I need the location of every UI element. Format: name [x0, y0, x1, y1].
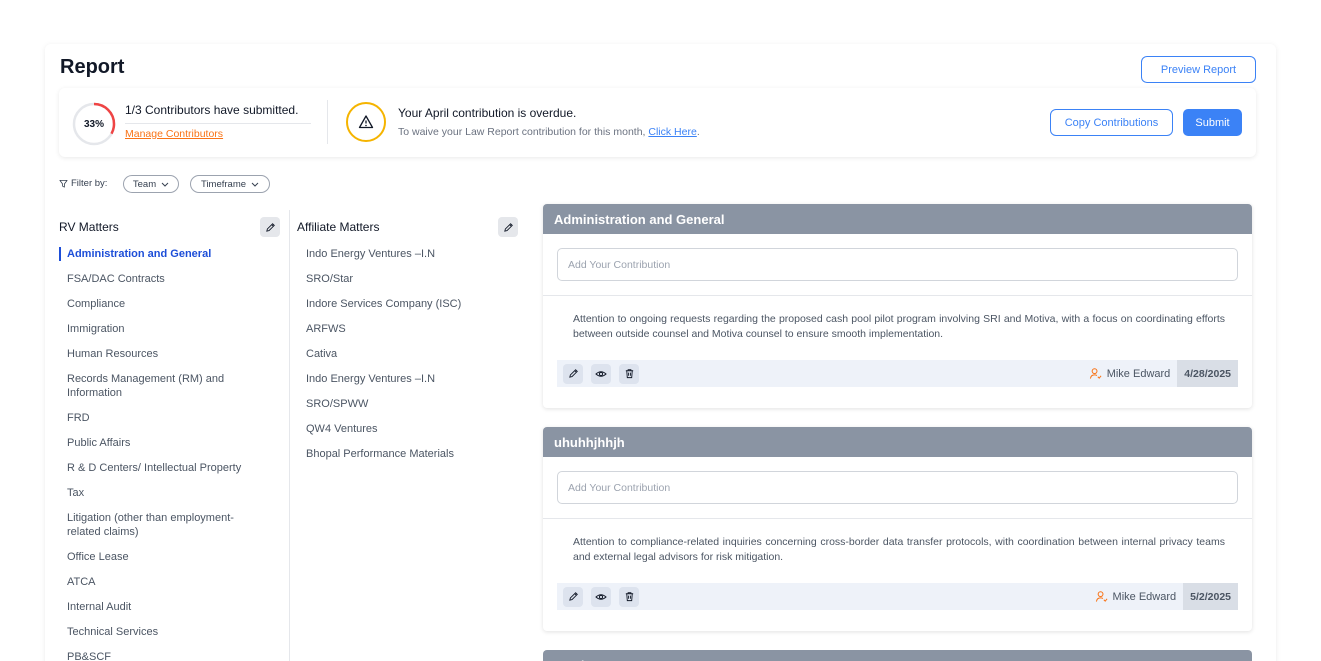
eye-icon: [595, 593, 607, 600]
rv-matter-item[interactable]: Administration and General: [59, 247, 264, 261]
submit-button[interactable]: Submit: [1183, 109, 1242, 136]
affiliate-matter-item[interactable]: SRO/SPWW: [306, 397, 496, 411]
edit-rv-matters-button[interactable]: [260, 217, 280, 237]
affiliate-matter-item[interactable]: Bhopal Performance Materials: [306, 447, 496, 461]
affiliate-matter-item[interactable]: Indore Services Company (ISC): [306, 297, 496, 311]
team-filter-label: Team: [132, 178, 157, 190]
team-filter[interactable]: Team: [123, 175, 179, 193]
author-name: Mike Edward: [1106, 367, 1171, 380]
edit-contribution-button[interactable]: [563, 363, 583, 384]
submitted-count: 1/3 Contributors have submitted.: [125, 103, 299, 117]
eye-icon: [595, 370, 607, 377]
view-contribution-button[interactable]: [591, 586, 611, 607]
contribution-actions: Mike Edward 4/28/2025: [557, 360, 1238, 387]
contribution-author: Mike Edward: [1089, 367, 1171, 380]
divider: [543, 518, 1252, 519]
rv-matter-item[interactable]: Internal Audit: [59, 600, 264, 614]
pencil-icon: [503, 222, 513, 232]
overdue-message: To waive your Law Report contribution fo…: [398, 126, 700, 138]
rv-matter-item[interactable]: Human Resources: [59, 347, 264, 361]
rv-matter-item[interactable]: Immigration: [59, 322, 264, 336]
edit-contribution-button[interactable]: [563, 586, 583, 607]
rv-matter-item[interactable]: Technical Services: [59, 625, 264, 639]
author-name: Mike Edward: [1112, 590, 1177, 603]
rv-matter-item[interactable]: Tax: [59, 486, 264, 500]
section-panel: FSA/DAC Contracts: [543, 650, 1252, 661]
user-icon: [1095, 591, 1108, 602]
rv-matter-item[interactable]: Records Management (RM) and Information: [59, 372, 264, 400]
preview-report-button[interactable]: Preview Report: [1141, 56, 1256, 83]
period: .: [696, 126, 700, 138]
affiliate-matters-list: Indo Energy Ventures –I.N SRO/Star Indor…: [306, 247, 496, 472]
affiliate-matter-item[interactable]: Indo Energy Ventures –I.N: [306, 247, 496, 261]
affiliate-matter-item[interactable]: Cativa: [306, 347, 496, 361]
rv-matter-item[interactable]: Public Affairs: [59, 436, 264, 450]
edit-affiliate-matters-button[interactable]: [498, 217, 518, 237]
rv-matter-item[interactable]: ATCA: [59, 575, 264, 589]
divider: [289, 210, 290, 661]
rv-matters-list: Administration and General FSA/DAC Contr…: [59, 247, 264, 661]
section-panel: uhuhhjhhjh Attention to compliance-relat…: [543, 427, 1252, 631]
user-icon: [1089, 368, 1102, 379]
contribution-date: 5/2/2025: [1183, 583, 1238, 610]
divider: [327, 100, 328, 144]
view-contribution-button[interactable]: [591, 363, 611, 384]
copy-contributions-button[interactable]: Copy Contributions: [1050, 109, 1173, 136]
section-title: uhuhhjhhjh: [543, 427, 1252, 457]
warning-icon: [346, 102, 386, 142]
rv-matter-item[interactable]: Compliance: [59, 297, 264, 311]
manage-contributors-link[interactable]: Manage Contributors: [125, 128, 223, 140]
chevron-down-icon: [251, 182, 259, 187]
rv-matter-item[interactable]: PB&SCF: [59, 650, 264, 661]
rv-matters-heading: RV Matters: [59, 220, 119, 234]
contribution-date: 4/28/2025: [1177, 360, 1238, 387]
pencil-icon: [265, 222, 275, 232]
contribution-text: Attention to ongoing requests regarding …: [573, 313, 1225, 340]
section-title: FSA/DAC Contracts: [543, 650, 1252, 661]
rv-matter-item[interactable]: FRD: [59, 411, 264, 425]
divider: [543, 295, 1252, 296]
affiliate-matter-item[interactable]: Indo Energy Ventures –I.N: [306, 372, 496, 386]
affiliate-matter-item[interactable]: SRO/Star: [306, 272, 496, 286]
filter-label: Filter by:: [59, 178, 107, 189]
delete-contribution-button[interactable]: [619, 586, 639, 607]
contribution-actions: Mike Edward 5/2/2025: [557, 583, 1238, 610]
rv-matter-item[interactable]: Litigation (other than employment-relate…: [59, 511, 264, 539]
filter-icon: [59, 179, 68, 188]
pencil-icon: [568, 369, 578, 378]
section-title: Administration and General: [543, 204, 1252, 234]
filter-label-text: Filter by:: [71, 178, 108, 189]
progress-percent: 33%: [83, 118, 104, 130]
affiliate-matter-item[interactable]: QW4 Ventures: [306, 422, 496, 436]
overdue-title: Your April contribution is overdue.: [398, 106, 577, 120]
contribution-input[interactable]: [557, 471, 1238, 504]
rv-matter-item[interactable]: R & D Centers/ Intellectual Property: [59, 461, 264, 475]
affiliate-matters-heading: Affiliate Matters: [297, 220, 380, 234]
click-here-link[interactable]: Click Here: [648, 126, 696, 138]
delete-contribution-button[interactable]: [619, 363, 639, 384]
trash-icon: [625, 592, 633, 602]
trash-icon: [625, 369, 633, 379]
rv-matter-item[interactable]: FSA/DAC Contracts: [59, 272, 264, 286]
section-panel: Administration and General Attention to …: [543, 204, 1252, 408]
timeframe-filter-label: Timeframe: [200, 178, 247, 190]
divider: [125, 123, 311, 124]
chevron-down-icon: [161, 182, 169, 187]
overdue-text: To waive your Law Report contribution fo…: [398, 126, 646, 138]
timeframe-filter[interactable]: Timeframe: [190, 175, 270, 193]
contribution-author: Mike Edward: [1095, 590, 1177, 603]
contribution-input[interactable]: [557, 248, 1238, 281]
page-title: Report: [60, 56, 125, 78]
contribution-text: Attention to compliance-related inquirie…: [573, 536, 1225, 563]
pencil-icon: [568, 592, 578, 601]
affiliate-matter-item[interactable]: ARFWS: [306, 322, 496, 336]
rv-matter-item[interactable]: Office Lease: [59, 550, 264, 564]
